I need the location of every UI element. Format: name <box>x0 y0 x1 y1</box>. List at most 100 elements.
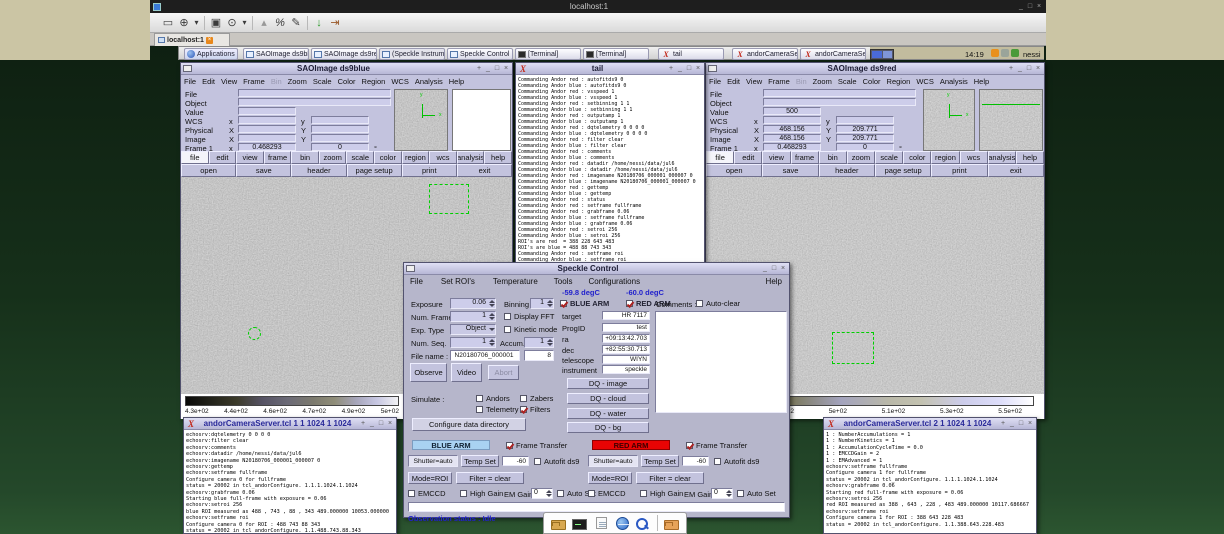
target-field[interactable]: HR 7117 <box>602 311 650 320</box>
instrument-field[interactable]: speckle <box>602 365 650 374</box>
exposure-stepper[interactable]: 0.06 <box>450 298 496 309</box>
tail-titlebar[interactable]: X tail + _ □ × <box>516 63 704 75</box>
display-fft-checkbox[interactable]: Display FFT <box>504 312 554 321</box>
red-em-gain-stepper[interactable]: 0 <box>711 488 733 499</box>
menu-file[interactable]: File <box>706 77 724 86</box>
edit-button[interactable]: edit <box>734 151 763 164</box>
progid-field[interactable]: test <box>602 323 650 332</box>
frame-button[interactable]: frame <box>790 151 819 164</box>
dq-cloud-button[interactable]: DQ - cloud <box>567 393 649 404</box>
blue-filter-button[interactable]: Filter = clear <box>456 472 524 484</box>
exit-button[interactable]: exit <box>456 164 513 177</box>
window-menu-icon[interactable] <box>183 65 192 72</box>
comments-textarea[interactable] <box>655 311 787 413</box>
menu-region[interactable]: Region <box>359 77 389 86</box>
em-gain-value[interactable]: 0 <box>712 489 725 498</box>
menu-edit[interactable]: Edit <box>724 77 743 86</box>
exposure-value[interactable]: 0.06 <box>451 299 488 308</box>
menu-help[interactable]: Help <box>971 77 992 86</box>
accum-stepper[interactable]: 1 <box>524 337 554 348</box>
menu-scale[interactable]: Scale <box>310 77 335 86</box>
zoom-button[interactable]: zoom <box>318 151 347 164</box>
minimize-button[interactable]: _ <box>1008 419 1016 429</box>
andorcamera-blue-titlebar[interactable]: X andorCameraServer.tcl 1 1 1024 1 1024 … <box>184 418 396 430</box>
menu-wcs[interactable]: WCS <box>913 77 937 86</box>
notification-icon[interactable] <box>991 49 999 57</box>
menu-zoom[interactable]: Zoom <box>810 77 835 86</box>
maximize-button[interactable]: □ <box>377 419 385 429</box>
red-high-gain-checkbox[interactable]: High Gain <box>640 489 683 498</box>
header-button[interactable]: header <box>818 164 875 177</box>
menu-set-rois[interactable]: Set ROI's <box>438 277 478 286</box>
vnc-maximize-button[interactable]: □ <box>1026 2 1034 12</box>
blue-autofit-checkbox[interactable]: Autofit ds9 <box>534 457 579 466</box>
dq-image-button[interactable]: DQ - image <box>567 378 649 389</box>
file-manager-icon[interactable] <box>664 519 680 530</box>
text-editor-icon[interactable] <box>595 517 607 529</box>
close-button[interactable]: × <box>1034 64 1042 74</box>
open-button[interactable]: open <box>706 164 763 177</box>
menu-color[interactable]: Color <box>335 77 359 86</box>
bin-button[interactable]: bin <box>818 151 847 164</box>
andorcamera-red-output[interactable]: 1 : NumberAccumulations = 1 1 : NumberKi… <box>824 430 1036 533</box>
region-button[interactable]: region <box>401 151 430 164</box>
close-button[interactable]: × <box>779 264 787 274</box>
minimize-button[interactable]: _ <box>676 64 684 74</box>
auto-clear-checkbox[interactable]: Auto-clear <box>696 299 740 308</box>
blue-arm-checkbox[interactable]: BLUE ARM <box>560 299 609 308</box>
video-button[interactable]: Video <box>451 363 482 382</box>
region-button[interactable]: region <box>931 151 960 164</box>
fullscreen-icon[interactable]: ▭ <box>160 16 176 29</box>
red-temp-set-button[interactable]: Temp Set <box>641 455 679 467</box>
simulate-telemetry-checkbox[interactable]: Telemetry <box>476 405 519 414</box>
blue-temp-set-button[interactable]: Temp Set <box>461 455 499 467</box>
menu-zoom[interactable]: Zoom <box>285 77 310 86</box>
blue-em-gain-stepper[interactable]: 0 <box>531 488 553 499</box>
open-button[interactable]: open <box>181 164 237 177</box>
screenshot-icon[interactable]: ▴ <box>256 16 272 29</box>
analysis-button[interactable]: analysis <box>987 151 1016 164</box>
region-box[interactable] <box>832 332 874 364</box>
taskbar-window-ds9red[interactable]: SAOImage ds9red <box>311 48 377 60</box>
configure-data-directory-button[interactable]: Configure data directory <box>412 418 526 431</box>
scale-button[interactable]: scale <box>875 151 904 164</box>
dec-field[interactable]: +82:55:30.713 <box>602 345 650 354</box>
andorcamera-red-titlebar[interactable]: X andorCameraServer.tcl 2 1 1024 1 1024 … <box>824 418 1036 430</box>
window-copy-icon[interactable]: ▣ <box>208 16 224 29</box>
blue-frame-transfer-checkbox[interactable]: Frame Transfer <box>506 441 567 450</box>
close-button[interactable]: × <box>386 419 394 429</box>
red-auto-set-checkbox[interactable]: Auto Set <box>737 489 776 498</box>
minimize-button[interactable]: _ <box>484 64 492 74</box>
binning-value[interactable]: 1 <box>531 299 546 308</box>
help-button[interactable]: help <box>1015 151 1045 164</box>
stepper-arrows-icon[interactable] <box>546 338 553 347</box>
maximize-button[interactable]: □ <box>493 64 501 74</box>
maximize-button[interactable]: □ <box>685 64 693 74</box>
andorcamera-blue-output[interactable]: echosrv:dqtelemetry 0 0 0 0 echosrv:filt… <box>184 430 396 533</box>
menu-region[interactable]: Region <box>884 77 914 86</box>
blue-mode-button[interactable]: Mode=ROI <box>408 472 452 484</box>
stepper-arrows-icon[interactable] <box>488 299 495 308</box>
taskbar-window-speckle-control[interactable]: Speckle Control <box>447 48 513 60</box>
num-frames-value[interactable]: 1 <box>451 312 488 321</box>
menu-help[interactable]: Help <box>446 77 467 86</box>
file-name-field[interactable]: N20180706_000001 <box>450 350 520 361</box>
ds9red-titlebar[interactable]: SAOImage ds9red + _ □ × <box>706 63 1044 75</box>
menu-temperature[interactable]: Temperature <box>490 277 541 286</box>
help-button[interactable]: help <box>484 151 512 164</box>
save-button[interactable]: save <box>236 164 292 177</box>
kinetic-mode-checkbox[interactable]: Kinetic mode <box>504 325 557 334</box>
pin-button[interactable]: + <box>1007 64 1015 74</box>
view-button[interactable]: view <box>762 151 791 164</box>
page-setup-button[interactable]: page setup <box>874 164 932 177</box>
colorbar[interactable] <box>185 396 399 406</box>
blue-high-gain-checkbox[interactable]: High Gain <box>460 489 503 498</box>
red-filter-button[interactable]: Filter = clear <box>636 472 704 484</box>
red-mode-button[interactable]: Mode=ROI <box>588 472 632 484</box>
stepper-arrows-icon[interactable] <box>546 299 553 308</box>
pin-button[interactable]: + <box>475 64 483 74</box>
minimize-button[interactable]: _ <box>761 264 769 274</box>
scale-button[interactable]: scale <box>346 151 375 164</box>
close-button[interactable]: × <box>1026 419 1034 429</box>
save-button[interactable]: save <box>762 164 819 177</box>
